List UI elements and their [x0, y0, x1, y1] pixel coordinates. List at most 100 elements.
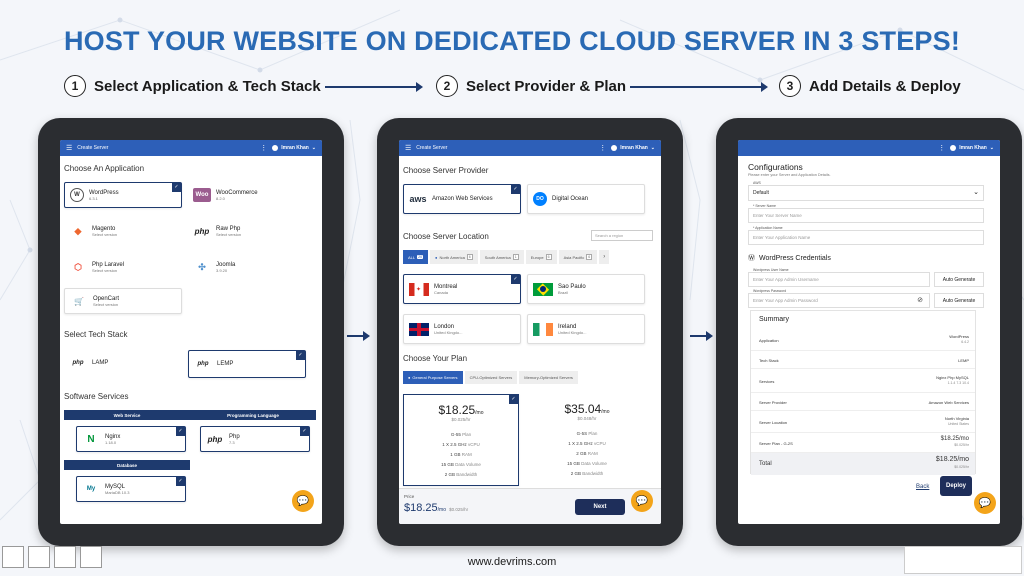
plan-card-2[interactable]: $35.04/mo $0.048/hr G-5S Plan 1 X 2.5 GH… — [529, 394, 645, 486]
service-card-nginx[interactable]: N Nginx 1.18.0 — [76, 426, 186, 452]
plan-spec: 2 GB Bandwidth — [444, 472, 478, 477]
user-name: Imran Khan — [959, 145, 987, 151]
summary-row-services: Services Nginx Php MySQL 1.1.4 7.3 10.4 — [751, 369, 975, 393]
slide-thumbnail[interactable] — [28, 546, 50, 568]
app-name: Php Laravel — [92, 261, 125, 268]
user-menu[interactable]: Imran Khan ⌄ — [272, 145, 316, 151]
footer-price-label: Price — [404, 494, 415, 499]
app-card-magento[interactable]: ◆ Magento Select version — [64, 218, 182, 244]
stack-card-lemp[interactable]: php LEMP — [188, 350, 306, 378]
section-title: Choose Server Location — [403, 232, 489, 241]
tab-europe[interactable]: Europe 6 — [525, 250, 557, 264]
summary-key: Total — [759, 461, 772, 467]
stack-card-lamp[interactable]: php LAMP — [64, 350, 182, 376]
location-card-sao-paulo[interactable]: Sao Paulo Brazil — [527, 274, 645, 304]
summary-row-total: Total $18.25/mo $0.025/hr — [751, 453, 975, 475]
tab-asia-pacific[interactable]: Asia Pacific 6 — [558, 250, 598, 264]
location-card-london[interactable]: London United Kingdo... — [403, 314, 521, 344]
wp-username-field[interactable]: Wordpress User Name Enter Your App Admin… — [748, 268, 930, 287]
app-card-opencart[interactable]: 🛒 OpenCart Select version — [64, 288, 182, 314]
chevron-right-icon[interactable]: › — [599, 250, 610, 264]
app-version-select[interactable]: Select version — [93, 302, 119, 307]
region-search-input[interactable]: Search a region — [591, 230, 653, 241]
summary-row-application: Application WordPress 6.4.2 — [751, 329, 975, 351]
tab-label: South America — [484, 254, 511, 260]
tab-general-purpose[interactable]: ● General Purpose Servers — [403, 371, 463, 384]
step-label: Select Application & Tech Stack — [94, 77, 321, 95]
tab-cpu-optimized[interactable]: CPU-Optimized Servers — [464, 371, 518, 384]
app-card-laravel[interactable]: ⬡ Php Laravel Select version — [64, 254, 182, 280]
slide-thumbnail[interactable] — [54, 546, 76, 568]
application-name-field[interactable]: * Application Name Enter Your Applicatio… — [748, 226, 984, 245]
aws-account-select[interactable]: AWS Default ⌄ — [748, 181, 984, 201]
step-number: 2 — [436, 75, 458, 97]
field-label: * Server Name — [752, 204, 777, 208]
eye-slash-icon[interactable]: ⊘ — [917, 296, 923, 304]
check-circle-icon: ● — [408, 375, 411, 380]
plan-card-1[interactable]: $18.25/mo $0.025/hr G-55 Plan 1 X 2.5 GH… — [403, 394, 519, 486]
app-version-select[interactable]: Select version — [92, 232, 117, 237]
field-placeholder: Enter Your Server Name — [753, 213, 802, 218]
service-card-mysql[interactable]: My MySQL MariaDB 10.3 — [76, 476, 186, 502]
check-circle-icon: ● — [435, 254, 438, 260]
menu-icon[interactable]: ☰ — [405, 144, 411, 152]
more-icon[interactable]: ⋮ — [938, 144, 945, 152]
app-version-select[interactable]: Select version — [92, 268, 124, 273]
field-label: AWS — [752, 181, 762, 185]
tab-north-america[interactable]: ● North America 6 — [430, 250, 478, 264]
user-menu[interactable]: Imran Khan ⌄ — [950, 145, 994, 151]
stack-name: LEMP — [217, 361, 234, 367]
summary-key: Tech Stack — [759, 358, 779, 363]
next-button[interactable]: Next — [575, 499, 625, 515]
summary-row-plan: Server Plan - G-2S $18.25/mo $0.025/hr — [751, 433, 975, 453]
tab-label: Memory-Optimized Servers — [524, 375, 573, 380]
server-name-field[interactable]: * Server Name Enter Your Server Name — [748, 204, 984, 223]
slide-thumbnail[interactable] — [80, 546, 102, 568]
tab-label: Europe — [530, 254, 544, 260]
plan-spec: 1 X 2.5 GHz vCPU — [442, 442, 480, 447]
auto-generate-password-button[interactable]: Auto Generate — [934, 293, 984, 308]
user-menu[interactable]: Imran Khan ⌄ — [611, 145, 655, 151]
app-card-woocommerce[interactable]: Woo WooCommerce 8.2.0 — [188, 182, 306, 208]
chat-icon[interactable]: 💬 — [974, 492, 996, 514]
tab-south-america[interactable]: South America 1 — [479, 250, 524, 264]
location-country: United Kingdo... — [434, 329, 463, 335]
chat-icon[interactable]: 💬 — [631, 490, 653, 512]
app-version: 3.9.20 — [216, 267, 228, 273]
back-link[interactable]: Back — [916, 484, 929, 490]
menu-icon[interactable]: ☰ — [66, 144, 72, 152]
brazil-flag-icon — [533, 282, 553, 296]
app-name: OpenCart — [93, 295, 120, 302]
location-card-montreal[interactable]: ✦ Montreal Canada — [403, 274, 521, 304]
plan-price: $18.25/mo — [438, 403, 484, 417]
screen-add-details: ⋮ Imran Khan ⌄ Configurations Please ent… — [738, 140, 1000, 524]
provider-card-digitalocean[interactable]: DO Digital Ocean — [527, 184, 645, 214]
magento-logo-icon: ◆ — [74, 225, 82, 236]
app-card-joomla[interactable]: ✣ Joomla 3.9.20 — [188, 254, 306, 280]
service-card-php[interactable]: php Php 7.3 — [200, 426, 310, 452]
summary-row-tech-stack: Tech Stack LEMP — [751, 351, 975, 369]
wp-password-field[interactable]: Wordpress Password Enter Your App Admin … — [748, 289, 930, 308]
chat-icon[interactable]: 💬 — [292, 490, 314, 512]
woocommerce-logo-icon: Woo — [193, 188, 211, 202]
location-country: Canada — [434, 289, 449, 295]
section-title: Software Services — [64, 392, 129, 401]
plan-spec: 1 X 2.5 GHz vCPU — [568, 441, 606, 446]
deploy-button[interactable]: Deploy — [940, 476, 972, 496]
provider-card-aws[interactable]: aws Amazon Web Services — [403, 184, 521, 214]
app-card-raw-php[interactable]: php Raw Php Select version — [188, 218, 306, 244]
slide-thumbnail[interactable] — [2, 546, 24, 568]
more-icon[interactable]: ⋮ — [599, 144, 606, 152]
app-name: Magento — [92, 225, 116, 232]
app-card-wordpress[interactable]: W WordPress 6.3.1 — [64, 182, 182, 208]
more-icon[interactable]: ⋮ — [260, 144, 267, 152]
tab-memory-optimized[interactable]: Memory-Optimized Servers — [519, 371, 578, 384]
tab-all[interactable]: ALL 20 — [403, 250, 429, 264]
canada-flag-icon: ✦ — [409, 282, 429, 296]
php-logo-icon: php — [194, 226, 210, 236]
app-version-select[interactable]: Select version — [216, 232, 241, 237]
location-name: Montreal — [434, 283, 458, 290]
auto-generate-username-button[interactable]: Auto Generate — [934, 272, 984, 287]
location-card-ireland[interactable]: Ireland United Kingdo... — [527, 314, 645, 344]
page-headline: HOST YOUR WEBSITE ON DEDICATED CLOUD SER… — [63, 26, 961, 56]
